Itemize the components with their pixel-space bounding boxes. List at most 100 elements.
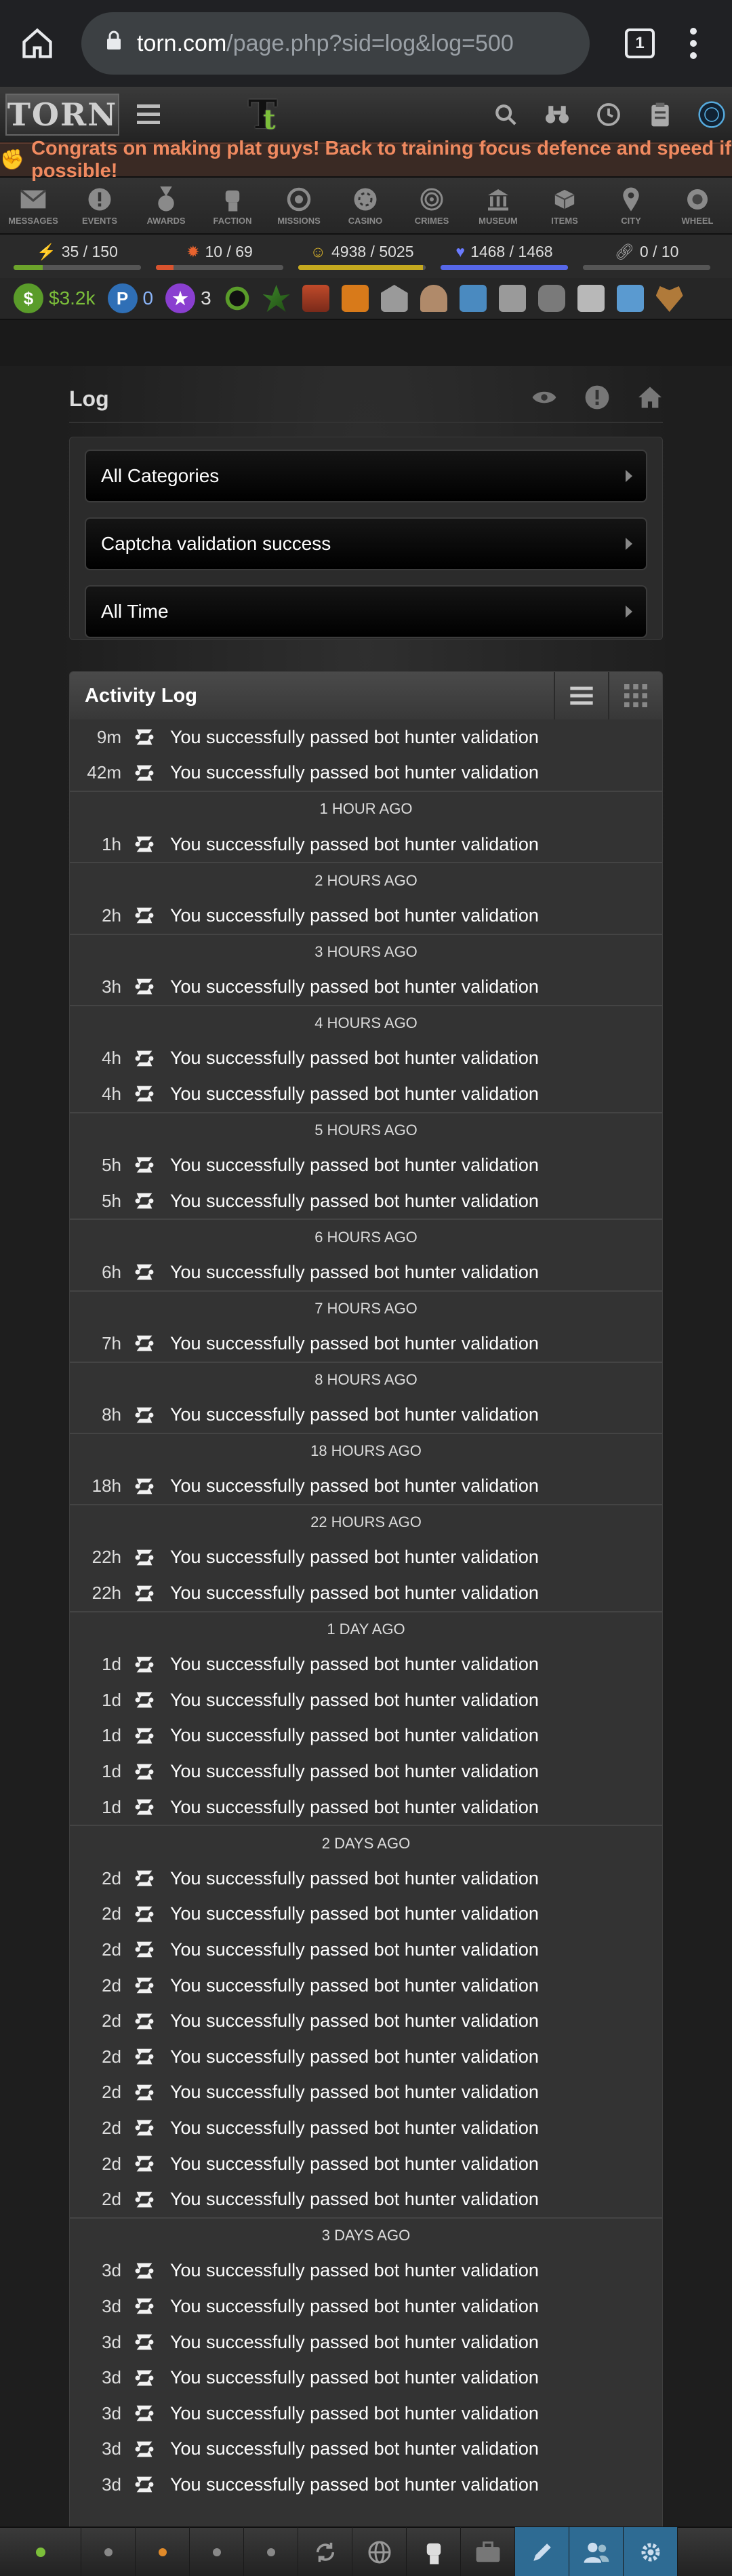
log-row[interactable]: 7h You successfully passed bot hunter val…	[70, 1326, 662, 1362]
nav-missions[interactable]: MISSIONS	[266, 178, 332, 233]
energy-bar[interactable]: ⚡ 35 / 150	[14, 243, 141, 270]
type-filter[interactable]: Captcha validation success	[85, 517, 647, 570]
nav-awards[interactable]: AWARDS	[133, 178, 199, 233]
avatar[interactable]	[698, 100, 725, 128]
log-row[interactable]: 4h You successfully passed bot hunter val…	[70, 1040, 662, 1076]
log-row[interactable]: 1h You successfully passed bot hunter val…	[70, 827, 662, 863]
browser-menu-icon[interactable]	[690, 28, 697, 59]
nav-museum[interactable]: MUSEUM	[465, 178, 531, 233]
home-page-icon[interactable]	[637, 386, 663, 412]
log-row[interactable]: 3d You successfully passed bot hunter val…	[70, 2432, 662, 2468]
people-icon[interactable]	[569, 2527, 624, 2576]
log-row[interactable]: 1d You successfully passed bot hunter val…	[70, 1753, 662, 1789]
eye-icon[interactable]	[531, 389, 557, 410]
grey-dot-icon[interactable]	[244, 2527, 298, 2576]
tab-switcher-button[interactable]: 1	[625, 28, 655, 58]
book-icon[interactable]	[616, 285, 644, 312]
building-icon[interactable]	[498, 285, 526, 312]
grid-view-icon[interactable]	[608, 672, 662, 719]
globe-icon[interactable]	[352, 2527, 407, 2576]
nav-items[interactable]: ITEMS	[531, 178, 598, 233]
log-row[interactable]: 2d You successfully passed bot hunter val…	[70, 2003, 662, 2039]
search-icon[interactable]	[492, 101, 519, 128]
log-row[interactable]: 2d You successfully passed bot hunter val…	[70, 1861, 662, 1897]
nerve-bar[interactable]: ✹ 10 / 69	[156, 243, 283, 270]
torn-logo[interactable]: TORN	[5, 93, 119, 136]
green-dot-icon[interactable]	[0, 2527, 81, 2576]
grey-dot-icon[interactable]	[190, 2527, 244, 2576]
log-row[interactable]: 3d You successfully passed bot hunter val…	[70, 2360, 662, 2396]
job-icon[interactable]	[341, 285, 369, 312]
nav-messages[interactable]: MESSAGES	[0, 178, 66, 233]
log-row[interactable]: 22h You successfully passed bot hunter va…	[70, 1575, 662, 1611]
faction-icon[interactable]	[537, 285, 565, 312]
nav-crimes[interactable]: CRIMES	[399, 178, 465, 233]
log-row[interactable]: 8h You successfully passed bot hunter val…	[70, 1397, 662, 1433]
gear-icon[interactable]	[624, 2527, 678, 2576]
log-row[interactable]: 5h You successfully passed bot hunter val…	[70, 1147, 662, 1183]
pencil-icon[interactable]	[515, 2527, 569, 2576]
log-row[interactable]: 3d You successfully passed bot hunter val…	[70, 2324, 662, 2360]
log-row[interactable]: 18h You successfully passed bot hunter va…	[70, 1468, 662, 1504]
log-row[interactable]: 3d You successfully passed bot hunter val…	[70, 2253, 662, 2289]
reading-icon[interactable]	[223, 285, 251, 312]
drug-icon[interactable]	[262, 285, 290, 312]
hat-icon[interactable]	[420, 285, 447, 312]
url-bar[interactable]: torn.com/page.php?sid=log&log=500	[81, 12, 590, 75]
money-display[interactable]: $ $3.2k	[14, 283, 96, 313]
fist-icon[interactable]	[407, 2527, 461, 2576]
clock-icon[interactable]	[595, 101, 622, 128]
briefcase-icon[interactable]	[461, 2527, 515, 2576]
log-row[interactable]: 6h You successfully passed bot hunter val…	[70, 1254, 662, 1290]
nav-casino[interactable]: CASINO	[332, 178, 399, 233]
time-filter[interactable]: All Time	[85, 585, 647, 638]
log-row[interactable]: 9m You successfully passed bot hunter val…	[70, 719, 662, 755]
list-view-icon[interactable]	[554, 672, 608, 719]
log-row[interactable]: 22h You successfully passed bot hunter va…	[70, 1540, 662, 1576]
binoculars-icon[interactable]	[544, 101, 571, 128]
nav-city[interactable]: CITY	[598, 178, 664, 233]
log-row[interactable]: 1d You successfully passed bot hunter val…	[70, 1682, 662, 1718]
chain-bar[interactable]: 🔗︎ 0 / 10	[583, 243, 710, 270]
log-row[interactable]: 3h You successfully passed bot hunter val…	[70, 969, 662, 1005]
heart-item-icon[interactable]	[655, 286, 683, 312]
log-row[interactable]: 3d You successfully passed bot hunter val…	[70, 2396, 662, 2432]
log-row[interactable]: 2d You successfully passed bot hunter val…	[70, 2039, 662, 2075]
log-row[interactable]: 2h You successfully passed bot hunter val…	[70, 898, 662, 934]
merits-display[interactable]: ★ 3	[165, 283, 211, 313]
info-icon[interactable]	[584, 384, 610, 414]
log-row[interactable]: 3d You successfully passed bot hunter val…	[70, 2467, 662, 2503]
log-row[interactable]: 2d You successfully passed bot hunter val…	[70, 1897, 662, 1933]
newspaper-icon[interactable]	[577, 285, 605, 312]
snowflake-icon[interactable]	[459, 285, 487, 312]
education-icon[interactable]	[302, 285, 329, 312]
points-display[interactable]: P0	[107, 283, 153, 313]
log-row[interactable]: 2d You successfully passed bot hunter val…	[70, 2146, 662, 2182]
category-filter[interactable]: All Categories	[85, 450, 647, 502]
log-row[interactable]: 5h You successfully passed bot hunter val…	[70, 1183, 662, 1219]
log-row[interactable]: 4h You successfully passed bot hunter val…	[70, 1076, 662, 1112]
log-row[interactable]: 1d You successfully passed bot hunter val…	[70, 1646, 662, 1682]
hamburger-menu-icon[interactable]	[137, 104, 160, 124]
recycle-icon[interactable]	[298, 2527, 352, 2576]
bank-icon[interactable]	[380, 285, 408, 312]
home-icon[interactable]	[14, 20, 61, 67]
orange-dot-icon[interactable]	[136, 2527, 190, 2576]
log-row[interactable]: 2d You successfully passed bot hunter val…	[70, 2110, 662, 2146]
happy-bar[interactable]: ☺ 4938 / 5025	[298, 243, 426, 270]
log-row[interactable]: 42m You successfully passed bot hunter va…	[70, 755, 662, 791]
announcement-banner[interactable]: ✊ Congrats on making plat guys! Back to …	[0, 138, 732, 182]
life-bar[interactable]: ♥ 1468 / 1468	[441, 243, 568, 270]
log-row[interactable]: 2d You successfully passed bot hunter val…	[70, 1968, 662, 2004]
log-row[interactable]: 2d You successfully passed bot hunter val…	[70, 2181, 662, 2217]
log-row[interactable]: 2d You successfully passed bot hunter val…	[70, 1932, 662, 1968]
nav-wheel[interactable]: WHEEL	[664, 178, 731, 233]
clipboard-icon[interactable]	[647, 101, 674, 128]
grey-dot-icon[interactable]	[81, 2527, 136, 2576]
log-row[interactable]: 1d You successfully passed bot hunter val…	[70, 1789, 662, 1825]
nav-faction[interactable]: FACTION	[199, 178, 266, 233]
nav-events[interactable]: EVENTS	[66, 178, 133, 233]
log-row[interactable]: 3d You successfully passed bot hunter val…	[70, 2288, 662, 2324]
log-row[interactable]: 1d You successfully passed bot hunter val…	[70, 1718, 662, 1754]
log-row[interactable]: 2d You successfully passed bot hunter val…	[70, 2075, 662, 2111]
